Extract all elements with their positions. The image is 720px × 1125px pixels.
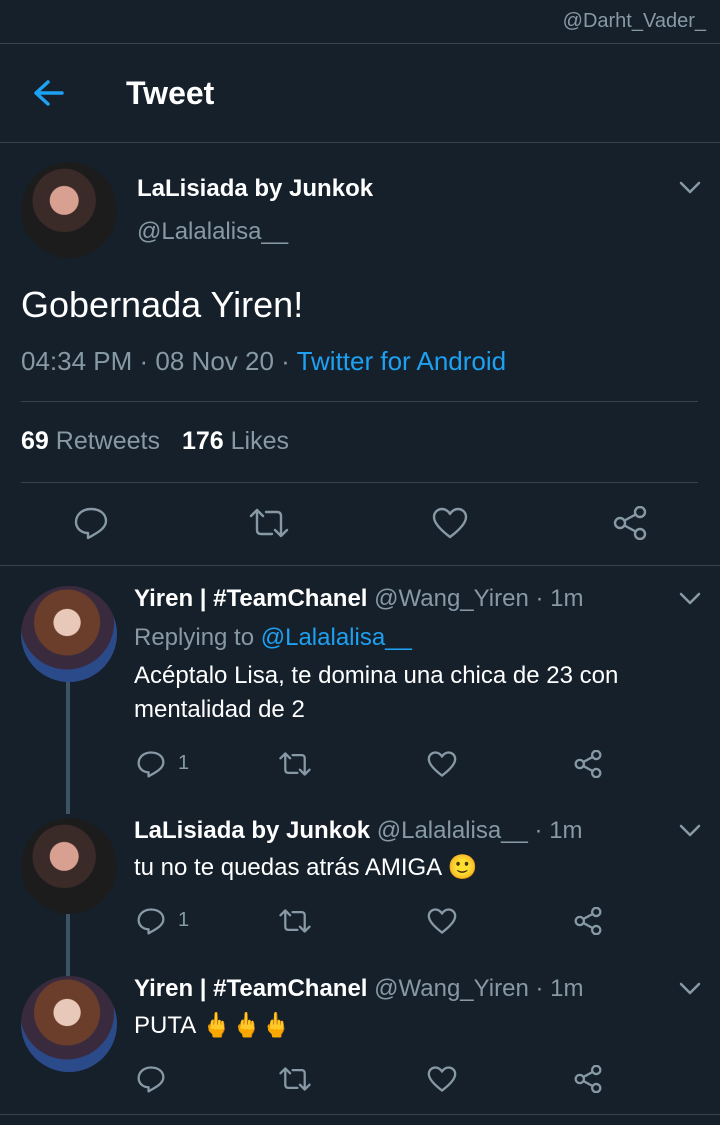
tweet-meta: 04:34 PM · 08 Nov 20 · Twitter for Andro… xyxy=(21,346,506,377)
reply-text: Acéptalo Lisa, te domina una chica de 23… xyxy=(134,662,619,723)
replying-to-handle[interactable]: @Lalalalisa__ xyxy=(261,624,412,651)
chevron-down-icon[interactable] xyxy=(679,982,701,996)
tweet-text: Gobernada Yiren! xyxy=(21,284,304,325)
divider xyxy=(21,401,698,402)
tweet-time: 04:34 PM · 08 Nov 20 · xyxy=(21,346,297,376)
header: Tweet xyxy=(0,44,720,143)
divider xyxy=(21,482,698,483)
tweet-stats: 69 Retweets 176 Likes xyxy=(21,427,289,456)
reply-header: Yiren | #TeamChanel @Wang_Yiren · 1m xyxy=(134,975,583,1003)
heart-icon[interactable] xyxy=(427,1065,457,1093)
thread-line xyxy=(66,682,70,814)
reply-icon[interactable] xyxy=(136,907,166,935)
reply-author-handle[interactable]: @Wang_Yiren · 1m xyxy=(374,975,583,1002)
replying-to-prefix: Replying to xyxy=(134,624,261,651)
author-name[interactable]: LaLisiada by Junkok xyxy=(137,175,373,203)
chevron-down-icon[interactable] xyxy=(679,824,701,838)
chevron-down-icon[interactable] xyxy=(679,181,701,195)
arrow-left-icon xyxy=(34,80,64,106)
avatar[interactable] xyxy=(21,818,117,914)
author-handle[interactable]: @Lalalalisa__ xyxy=(137,218,288,246)
reply-icon[interactable] xyxy=(136,750,166,778)
heart-icon[interactable] xyxy=(427,907,457,935)
avatar[interactable] xyxy=(21,162,117,258)
retweet-icon[interactable] xyxy=(278,1065,312,1093)
share-icon[interactable] xyxy=(573,750,603,778)
reply-text: PUTA 🖕🖕🖕 xyxy=(134,1012,292,1039)
reply-author-name[interactable]: Yiren | #TeamChanel xyxy=(134,585,367,612)
reply-text: tu no te quedas atrás AMIGA 🙂 xyxy=(134,854,478,881)
reply-icon[interactable] xyxy=(73,506,109,540)
reply-author-handle[interactable]: @Wang_Yiren · 1m xyxy=(374,585,583,612)
retweets-stat[interactable]: 69 Retweets xyxy=(21,427,160,455)
tweet-source[interactable]: Twitter for Android xyxy=(297,346,507,376)
page-title: Tweet xyxy=(126,75,215,111)
likes-count: 176 xyxy=(181,427,224,455)
reply-icon[interactable] xyxy=(136,1065,166,1093)
divider xyxy=(0,565,720,566)
reply-count: 1 xyxy=(178,752,190,774)
avatar[interactable] xyxy=(21,976,117,1072)
share-icon[interactable] xyxy=(573,907,603,935)
reply-count: 1 xyxy=(178,909,190,931)
reply-header: LaLisiada by Junkok @Lalalalisa__ · 1m xyxy=(134,817,583,845)
likes-stat[interactable]: 176 Likes xyxy=(182,427,289,455)
retweets-label: Retweets xyxy=(55,427,160,455)
reply-author-handle[interactable]: @Lalalalisa__ · 1m xyxy=(377,817,583,844)
divider xyxy=(0,1114,720,1115)
back-button[interactable] xyxy=(30,76,68,110)
thread-line xyxy=(66,914,70,976)
chevron-down-icon[interactable] xyxy=(679,592,701,606)
retweet-icon[interactable] xyxy=(248,506,290,540)
reply-author-name[interactable]: LaLisiada by Junkok xyxy=(134,817,370,844)
watermark: @Darht_Vader_ xyxy=(562,10,706,32)
heart-icon[interactable] xyxy=(432,506,468,540)
likes-label: Likes xyxy=(230,427,290,455)
replying-to: Replying to @Lalalalisa__ xyxy=(134,624,412,652)
retweet-icon[interactable] xyxy=(278,750,312,778)
retweets-count: 69 xyxy=(21,427,49,455)
retweet-icon[interactable] xyxy=(278,907,312,935)
heart-icon[interactable] xyxy=(427,750,457,778)
share-icon[interactable] xyxy=(573,1065,603,1093)
reply-header: Yiren | #TeamChanel @Wang_Yiren · 1m xyxy=(134,585,583,613)
share-icon[interactable] xyxy=(612,506,648,540)
reply-author-name[interactable]: Yiren | #TeamChanel xyxy=(134,975,367,1002)
avatar[interactable] xyxy=(21,586,117,682)
